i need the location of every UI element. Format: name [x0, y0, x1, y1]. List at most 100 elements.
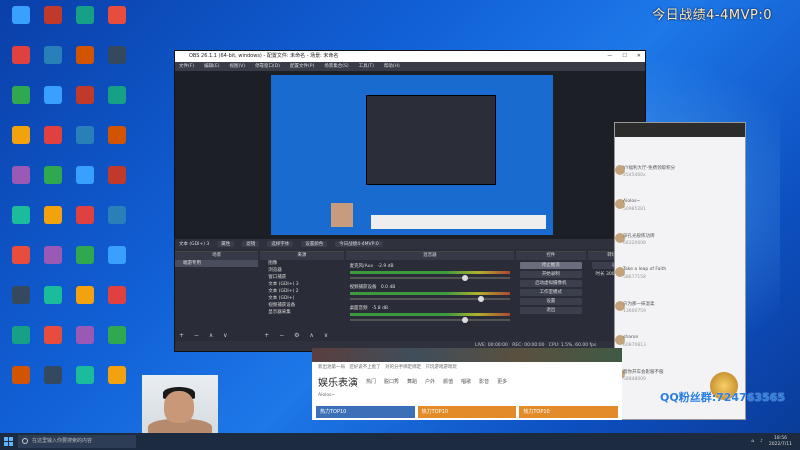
set-color-button[interactable]: 设置颜色	[301, 241, 328, 247]
category-link[interactable]: 更多	[497, 378, 507, 385]
source-item[interactable]: 窗口捕获	[260, 274, 343, 281]
desktop-shortcut-icon[interactable]	[100, 204, 134, 242]
menu-file[interactable]: 文件(F)	[179, 62, 194, 71]
desktop-shortcut-icon[interactable]	[68, 204, 102, 242]
source-item[interactable]: 文本 (GDI+)	[260, 295, 343, 302]
category-link[interactable]: 户外	[425, 378, 435, 385]
control-button[interactable]: 停止推流	[520, 262, 582, 269]
top10-tile[interactable]: 热力TOP10	[519, 406, 619, 418]
desktop-shortcut-icon[interactable]	[36, 44, 70, 82]
maximize-icon[interactable]: ☐	[622, 51, 626, 62]
menu-help[interactable]: 帮助(H)	[384, 62, 400, 71]
slider-knob[interactable]	[478, 296, 484, 302]
desktop-shortcut-icon[interactable]	[100, 364, 134, 402]
category-link[interactable]: 唱歌	[461, 378, 471, 385]
source-item[interactable]: 文本 (GDI+) 2	[260, 288, 343, 295]
desktop-shortcut-icon[interactable]	[68, 124, 102, 162]
source-item[interactable]: 显示器采集	[260, 309, 343, 316]
desktop-shortcut-icon[interactable]	[68, 284, 102, 322]
desktop-shortcut-icon[interactable]	[4, 364, 38, 402]
volume-slider[interactable]	[349, 275, 511, 281]
control-button[interactable]: 工作室模式	[520, 289, 582, 296]
video-window[interactable]: 新出池第一局 还好说不上脸了 对的分手绑定绑定 只玩游戏游戏玩 娱乐表演 热门 脱…	[312, 348, 622, 420]
desktop-shortcut-icon[interactable]	[100, 324, 134, 362]
category-link[interactable]: 脱口秀	[384, 378, 399, 385]
control-button[interactable]: 启动虚拟摄像机	[520, 280, 582, 287]
category-link[interactable]: 颜值	[443, 378, 453, 385]
scene-item[interactable]: 端游专用	[175, 260, 259, 267]
desktop-shortcut-icon[interactable]	[36, 244, 70, 282]
desktop-shortcut-icon[interactable]	[4, 124, 38, 162]
video-thumbnails[interactable]	[312, 348, 622, 362]
desktop-shortcut-icon[interactable]	[68, 44, 102, 82]
desktop-shortcut-icon[interactable]	[36, 284, 70, 322]
top10-tile[interactable]: 热力TOP10	[417, 406, 517, 418]
menu-view[interactable]: 视图(V)	[229, 62, 245, 71]
desktop-shortcut-icon[interactable]	[100, 284, 134, 322]
menu-docks[interactable]: 停靠窗口(D)	[255, 62, 280, 71]
slider-knob[interactable]	[461, 317, 468, 323]
desktop-shortcut-icon[interactable]	[68, 364, 102, 402]
desktop-shortcut-icon[interactable]	[4, 284, 38, 322]
close-icon[interactable]: ✕	[637, 51, 641, 62]
menu-edit[interactable]: 编辑(E)	[204, 62, 219, 71]
control-button[interactable]: 退出	[520, 307, 582, 314]
desktop-shortcut-icon[interactable]	[100, 164, 134, 202]
desktop-shortcut-icon[interactable]	[4, 244, 38, 282]
desktop-shortcut-icon[interactable]	[4, 44, 38, 82]
menu-scene-collection[interactable]: 场景集合(S)	[324, 62, 348, 71]
desktop-shortcut-icon[interactable]	[4, 84, 38, 122]
taskbar-search[interactable]: 在这里输入你要搜索的内容	[18, 435, 136, 448]
obs-titlebar[interactable]: OBS 26.1.1 (64-bit, windows) - 配置文件: 未命名…	[175, 51, 645, 62]
source-toolbar-buttons[interactable]: + − ⚙ ∧ ∨	[264, 332, 332, 339]
desktop-shortcut-icon[interactable]	[4, 324, 38, 362]
source-item[interactable]: 视频捕获设备	[260, 302, 343, 309]
source-item[interactable]: 文本 (GDI+) 3	[260, 281, 343, 288]
desktop-shortcut-icon[interactable]	[100, 84, 134, 122]
desktop-shortcut-icon[interactable]	[36, 204, 70, 242]
slider-knob[interactable]	[461, 275, 468, 281]
desktop-shortcut-icon[interactable]	[68, 4, 102, 42]
desktop-shortcut-icon[interactable]	[36, 164, 70, 202]
desktop-shortcut-icon[interactable]	[36, 324, 70, 362]
control-button[interactable]: 开始录制	[520, 271, 582, 278]
scene-toolbar[interactable]: + − ∧ ∨	[179, 332, 232, 339]
desktop-shortcut-icon[interactable]	[4, 4, 38, 42]
source-item[interactable]: 浏览器	[260, 267, 343, 274]
source-item[interactable]: 图像	[260, 260, 343, 267]
start-button[interactable]	[0, 433, 16, 450]
text-value-field[interactable]: 今日战绩4-4MVP:0	[335, 241, 383, 247]
menu-profile[interactable]: 配置文件(P)	[290, 62, 314, 71]
volume-icon[interactable]: ♪	[760, 439, 763, 444]
desktop-shortcut-icon[interactable]	[100, 124, 134, 162]
desktop-shortcut-icon[interactable]	[68, 324, 102, 362]
network-icon[interactable]: ⌂	[751, 439, 754, 444]
desktop-shortcut-icon[interactable]	[100, 244, 134, 282]
volume-slider[interactable]	[349, 296, 511, 302]
volume-slider[interactable]	[349, 317, 511, 323]
desktop-shortcut-icon[interactable]	[68, 244, 102, 282]
select-font-button[interactable]: 选择字体	[267, 241, 294, 247]
desktop-shortcut-icon[interactable]	[4, 204, 38, 242]
desktop-shortcut-icon[interactable]	[36, 4, 70, 42]
filters-button[interactable]: 滤镜	[242, 241, 260, 247]
desktop-shortcut-icon[interactable]	[68, 164, 102, 202]
category-link[interactable]: 影音	[479, 378, 489, 385]
desktop-shortcut-icon[interactable]	[100, 44, 134, 82]
menu-tools[interactable]: 工具(T)	[359, 62, 374, 71]
desktop-shortcut-icon[interactable]	[100, 4, 134, 42]
obs-window[interactable]: OBS 26.1.1 (64-bit, windows) - 配置文件: 未命名…	[174, 50, 646, 352]
desktop-shortcut-icon[interactable]	[36, 364, 70, 402]
top10-tile[interactable]: 热力TOP10	[316, 406, 415, 418]
clock[interactable]: 18:56 2022/7/11	[769, 436, 792, 448]
desktop-shortcut-icon[interactable]	[4, 164, 38, 202]
category-link[interactable]: 舞蹈	[407, 378, 417, 385]
properties-button[interactable]: 属性	[217, 241, 235, 247]
desktop-shortcut-icon[interactable]	[36, 124, 70, 162]
minimize-icon[interactable]: —	[607, 51, 612, 62]
category-link[interactable]: 热门	[366, 378, 376, 385]
video-search[interactable]: Aiolos~	[312, 391, 622, 400]
obs-preview[interactable]	[175, 71, 645, 239]
control-button[interactable]: 设置	[520, 298, 582, 305]
desktop-shortcut-icon[interactable]	[36, 84, 70, 122]
